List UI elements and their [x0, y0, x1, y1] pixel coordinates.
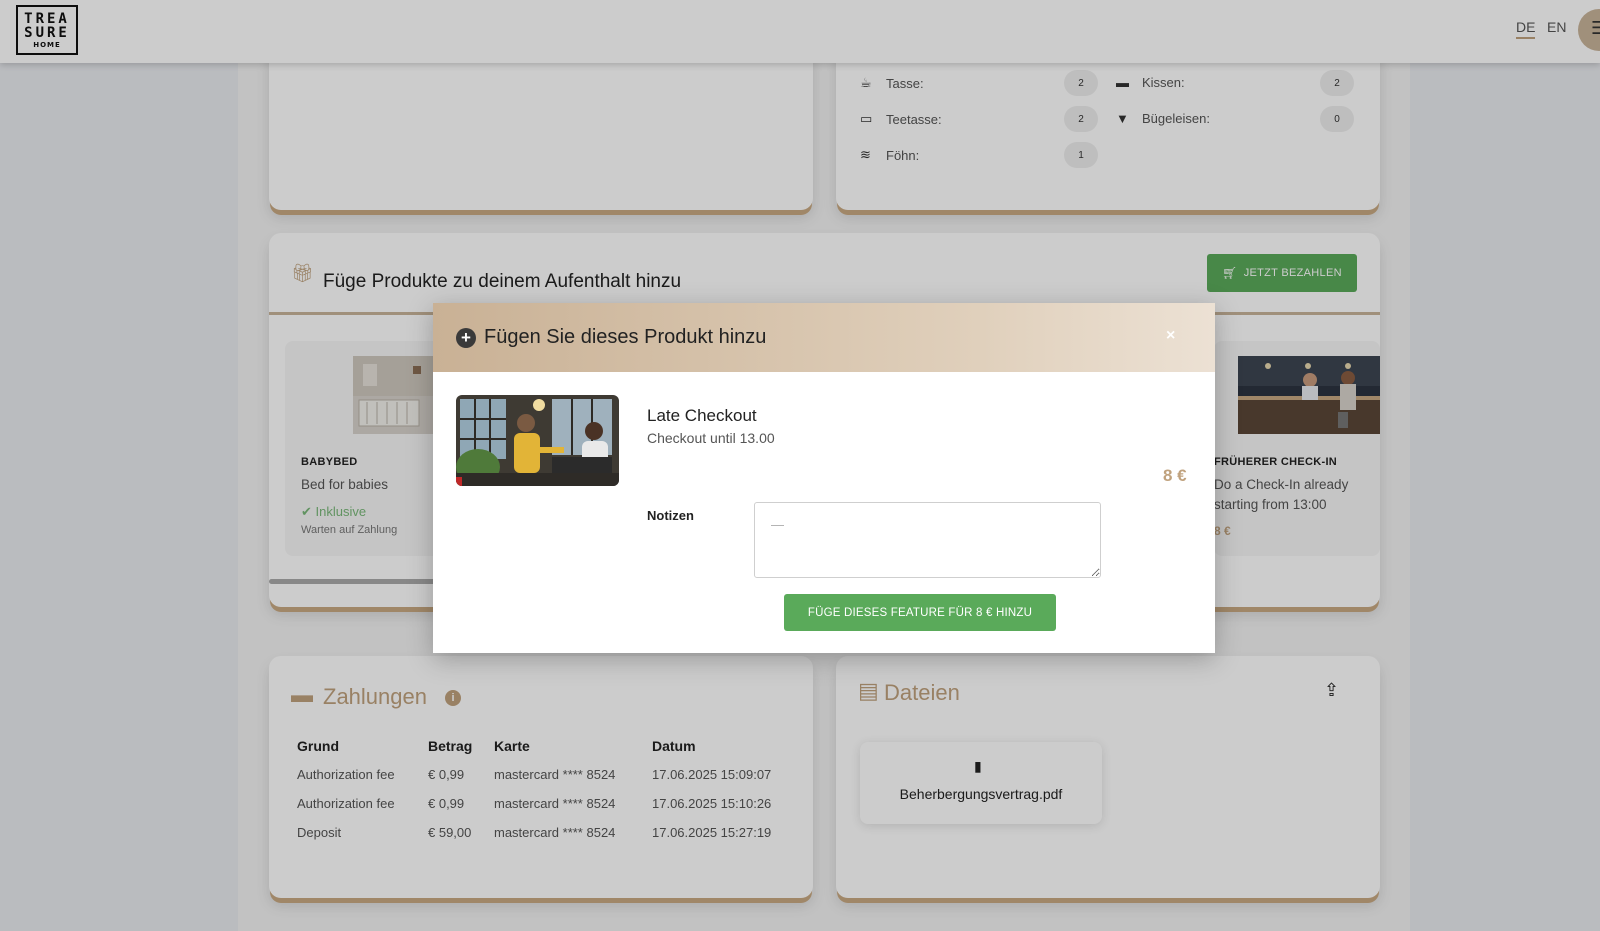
notes-textarea[interactable] — [754, 502, 1101, 578]
modal-title: Fügen Sie dieses Produkt hinzu — [484, 326, 767, 348]
modal-product-subtitle: Checkout until 13.00 — [647, 430, 775, 446]
add-feature-button[interactable]: FÜGE DIESES FEATURE FÜR 8 € HINZU — [784, 594, 1056, 631]
add-product-modal: + Fügen Sie dieses Produkt hinzu × Late … — [433, 303, 1215, 653]
modal-header: + Fügen Sie dieses Produkt hinzu × — [433, 303, 1215, 372]
modal-product-price: 8 € — [1163, 466, 1187, 485]
late-checkout-image — [456, 395, 619, 486]
notes-label: Notizen — [647, 508, 694, 523]
plus-circle-icon: + — [456, 328, 476, 348]
close-icon[interactable]: × — [1166, 327, 1175, 345]
modal-product-name: Late Checkout — [647, 406, 757, 425]
